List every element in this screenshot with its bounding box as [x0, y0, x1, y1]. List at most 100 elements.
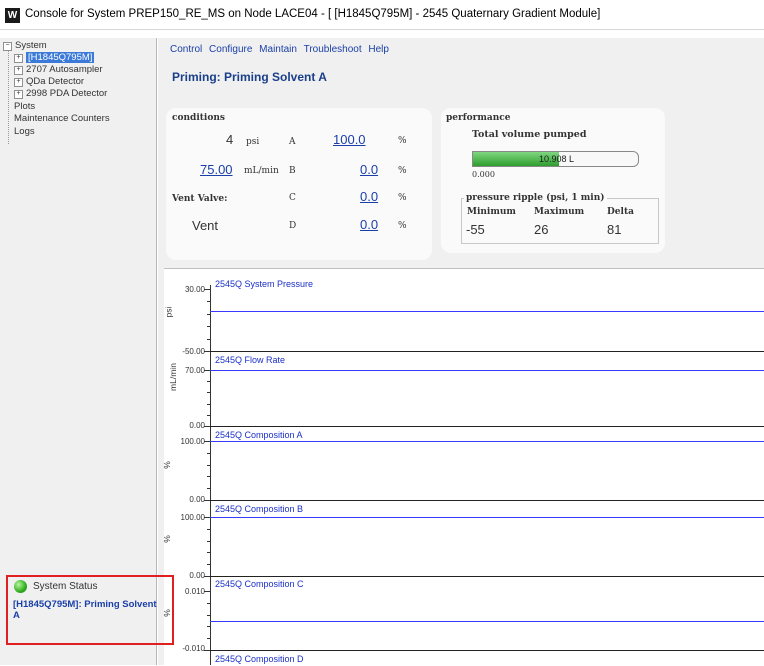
vent-valve-value[interactable]: Vent: [192, 218, 218, 233]
flow-rate-value[interactable]: 75.00: [200, 162, 233, 177]
status-message: [H1845Q795M]: Priming Solvent A: [13, 599, 157, 621]
conditions-panel: [166, 108, 432, 260]
expand-icon[interactable]: +: [14, 90, 23, 99]
graph-title-flow: 2545Q Flow Rate: [215, 355, 286, 365]
graph-title-comp-d: 2545Q Composition D: [215, 654, 304, 664]
graph-separator: [210, 351, 764, 352]
graph-tick-bottom: 0.00: [189, 495, 205, 504]
axis-tick: [204, 426, 210, 427]
pressure-ripple-label: pressure ripple (psi, 1 min): [464, 193, 607, 203]
tree-item-autosampler[interactable]: +2707 Autosampler: [14, 64, 103, 75]
axis-tick: [207, 414, 210, 416]
tree-item-logs[interactable]: Logs: [14, 126, 35, 137]
ripple-max-value: 26: [534, 222, 549, 237]
axis-tick: [207, 326, 210, 328]
tree-item-qda[interactable]: + QDa Detector: [14, 76, 84, 87]
tree-label: System: [15, 40, 47, 51]
tree-item-system[interactable]: − System: [3, 40, 47, 51]
graph-separator: [210, 650, 764, 651]
strip-chart-area: [164, 268, 764, 666]
channel-c-value[interactable]: 0.0: [360, 189, 378, 204]
channel-d-value[interactable]: 0.0: [360, 217, 378, 232]
total-volume-min: 0.000: [472, 170, 495, 179]
axis-tick: [207, 540, 210, 542]
graph-tick-top: 100.00: [180, 513, 205, 522]
total-volume-value: 10.908 L: [538, 154, 575, 164]
axis-tick: [204, 441, 210, 442]
tree-label: 2707 Autosampler: [26, 64, 103, 75]
graph-tick-top: 100.00: [180, 437, 205, 446]
total-volume-label: Total volume pumped: [472, 129, 587, 140]
graph-tick-bottom: 0.00: [189, 571, 205, 580]
trace-comp-c: [210, 621, 764, 622]
axis-tick: [207, 602, 210, 604]
channel-c-label: C: [289, 193, 296, 203]
tree-label: Maintenance Counters: [14, 113, 110, 124]
app-icon: W: [5, 8, 20, 23]
tree-item-pda[interactable]: +2998 PDA Detector: [14, 88, 107, 99]
axis-tick: [204, 500, 210, 501]
tree-item-plots[interactable]: Plots: [14, 101, 35, 112]
flow-rate-unit: mL/min: [244, 166, 279, 176]
channel-a-value[interactable]: 100.0: [333, 132, 366, 147]
axis-tick: [207, 313, 210, 315]
trace-comp-a: [210, 441, 764, 442]
expand-icon[interactable]: +: [14, 54, 23, 63]
window-title: Console for System PREP150_RE_MS on Node…: [25, 8, 601, 20]
graph-unit: %: [161, 461, 172, 469]
expand-icon[interactable]: +: [14, 66, 23, 75]
channel-b-unit: %: [398, 166, 407, 176]
tree-label-selected: [H1845Q795M]: [26, 52, 95, 63]
axis-tick: [207, 564, 210, 566]
channel-b-value[interactable]: 0.0: [360, 162, 378, 177]
channel-a-unit: %: [398, 136, 407, 146]
status-ok-icon: [14, 580, 27, 593]
graph-y-axis: [210, 285, 211, 665]
trace-comp-b: [210, 517, 764, 518]
graph-title-comp-c: 2545Q Composition C: [215, 579, 304, 589]
axis-tick: [207, 476, 210, 478]
menu-help[interactable]: Help: [368, 44, 389, 55]
axis-tick: [204, 370, 210, 371]
graph-separator: [210, 500, 764, 501]
channel-c-unit: %: [398, 193, 407, 203]
channel-a-label: A: [289, 137, 296, 147]
graph-tick-bottom: -50.00: [182, 347, 205, 356]
status-title: System Status: [33, 581, 98, 592]
menu-troubleshoot[interactable]: Troubleshoot: [304, 44, 362, 55]
channel-b-label: B: [289, 166, 296, 176]
graph-tick-bottom: 0.00: [189, 421, 205, 430]
performance-label: performance: [446, 113, 511, 123]
graph-separator: [210, 576, 764, 577]
menu-maintain[interactable]: Maintain: [259, 44, 297, 55]
tree-item-pump[interactable]: + [H1845Q795M]: [14, 52, 95, 63]
title-bar: W Console for System PREP150_RE_MS on No…: [0, 0, 764, 30]
axis-tick: [204, 289, 210, 290]
page-title: Priming: Priming Solvent A: [172, 70, 327, 84]
menu-control[interactable]: Control: [170, 44, 202, 55]
total-volume-bar: 10.908 L: [472, 151, 639, 167]
graph-title-comp-a: 2545Q Composition A: [215, 430, 303, 440]
tree-label: Logs: [14, 126, 35, 137]
graph-tick-top: 30.00: [184, 285, 205, 294]
axis-tick: [207, 301, 210, 303]
axis-tick: [207, 488, 210, 490]
ripple-delta-header: Delta: [607, 207, 634, 217]
graph-title-pressure: 2545Q System Pressure: [215, 279, 314, 289]
axis-tick: [207, 392, 210, 394]
menu-configure[interactable]: Configure: [209, 44, 252, 55]
tree-guide: [8, 50, 9, 144]
channel-d-unit: %: [398, 221, 407, 231]
graph-title-comp-b: 2545Q Composition B: [215, 504, 304, 514]
graph-separator: [210, 426, 764, 427]
tree-label: QDa Detector: [26, 76, 85, 87]
tree-item-maintenance[interactable]: Maintenance Counters: [14, 113, 110, 124]
ripple-delta-value: 81: [607, 222, 622, 237]
axis-tick: [204, 576, 210, 577]
axis-tick: [207, 452, 210, 454]
axis-tick: [207, 403, 210, 405]
vent-valve-label: Vent Valve:: [172, 194, 228, 204]
conditions-label: conditions: [172, 113, 225, 123]
collapse-icon[interactable]: −: [3, 42, 12, 51]
expand-icon[interactable]: +: [14, 78, 23, 87]
